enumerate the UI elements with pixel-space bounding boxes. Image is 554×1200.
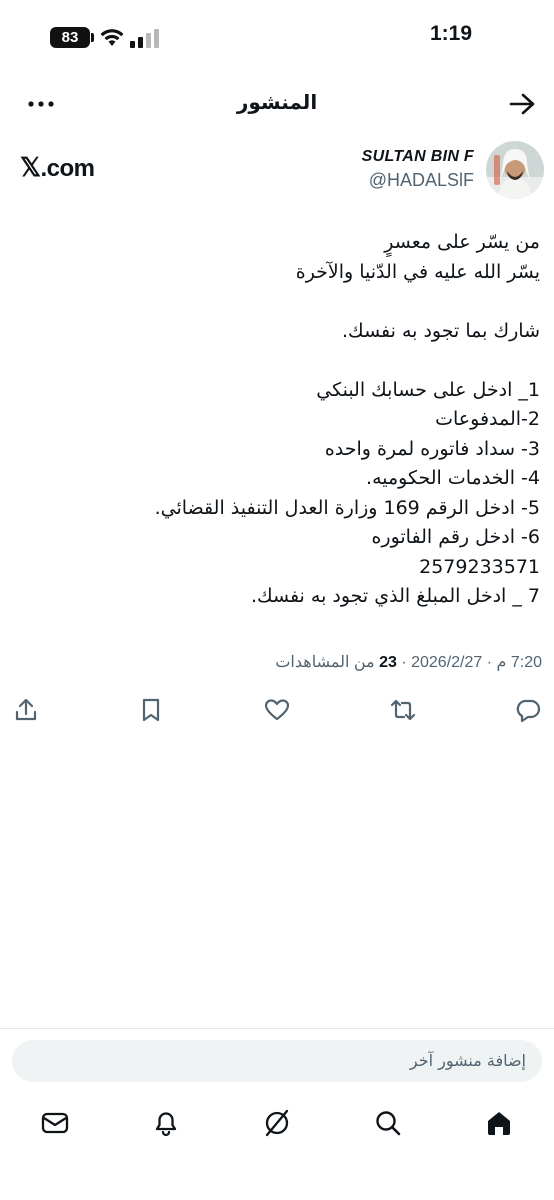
bottom-nav: [0, 1100, 554, 1150]
tweet-line: 2579233571: [419, 555, 540, 578]
author-handle[interactable]: @HADALSlF: [369, 170, 474, 191]
tweet-actions: [0, 696, 554, 724]
page-title: المنشور: [236, 90, 318, 114]
header: المنشور: [0, 80, 554, 128]
repost-icon[interactable]: [389, 696, 417, 724]
reply-input[interactable]: إضافة منشور آخر: [12, 1040, 542, 1082]
tweet-line: 6- ادخل رقم الفاتوره: [371, 526, 540, 548]
composer-divider: [0, 1028, 554, 1029]
source-label: .com: [40, 155, 95, 182]
avatar[interactable]: [486, 141, 544, 199]
tweet-line: يسّر الله عليه في الدّنيا والآخرة: [295, 260, 540, 283]
tweet-line: شارك بما تجود به نفسك.: [342, 319, 540, 342]
back-arrow-icon[interactable]: [508, 92, 536, 116]
avatar-image: [486, 141, 544, 199]
views-label: من المشاهدات: [275, 654, 375, 671]
wifi-icon: [100, 29, 124, 46]
tweet-line: من يسّر على معسرٍ: [384, 231, 540, 253]
more-options-icon[interactable]: [26, 94, 56, 114]
tweet-line: 7 _ ادخل المبلغ الذي تجود به نفسك.: [250, 585, 540, 607]
home-icon[interactable]: [484, 1108, 514, 1138]
like-icon[interactable]: [263, 696, 291, 724]
x-logo-mark: 𝕏: [20, 152, 41, 182]
tweet-line: 4- الخدمات الحكوميه.: [366, 467, 540, 489]
source-logo: 𝕏.com: [20, 152, 95, 183]
battery-tip: [91, 33, 94, 42]
tweet-line: 5- ادخل الرقم 169 وزارة العدل التنفيذ ال…: [154, 496, 540, 519]
tweet-line: 3- سداد فاتوره لمرة واحده: [324, 437, 540, 460]
tweet-line: 2-المدفوعات: [435, 408, 540, 430]
share-icon[interactable]: [12, 696, 40, 724]
tweet-text: من يسّر على معسرٍ يسّر الله عليه في الدّن…: [20, 228, 540, 612]
status-bar: 83 1:19: [0, 0, 554, 76]
reply-icon[interactable]: [514, 696, 542, 724]
meta-separator: ·: [401, 654, 407, 671]
views-count: 23: [379, 654, 397, 671]
tweet-datetime: 7:20 م · 2026/2/27: [411, 654, 542, 671]
search-icon[interactable]: [373, 1108, 403, 1138]
messages-icon[interactable]: [40, 1108, 70, 1138]
cellular-signal-icon: [130, 29, 159, 48]
notifications-icon[interactable]: [151, 1108, 181, 1138]
grok-icon[interactable]: [262, 1108, 292, 1138]
tweet-meta: 7:20 م · 2026/2/27 · 23 من المشاهدات: [275, 652, 542, 672]
reply-placeholder: إضافة منشور آخر: [409, 1051, 526, 1070]
status-time: 1:19: [429, 22, 473, 45]
battery-icon: 83: [50, 27, 90, 48]
tweet-line: 1_ ادخل على حسابك البنكي: [316, 378, 540, 401]
battery-level: 83: [61, 29, 79, 46]
bookmark-icon[interactable]: [137, 696, 165, 724]
author-name[interactable]: SULTAN BIN F: [362, 148, 474, 166]
